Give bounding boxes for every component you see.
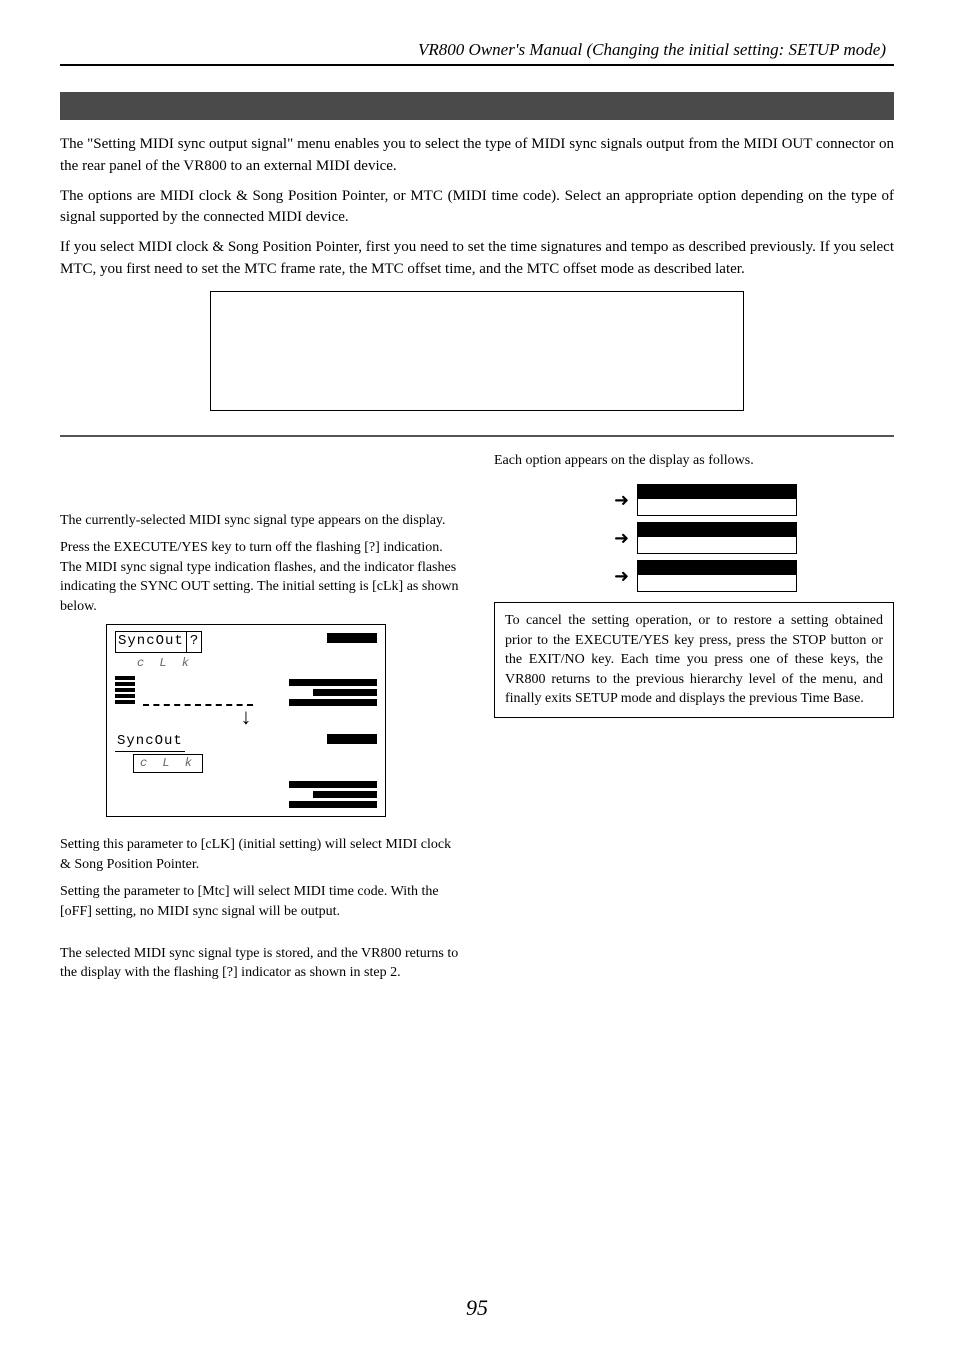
intro-paragraph-2: The options are MIDI clock & Song Positi… <box>60 186 894 230</box>
lcd2-title: SyncOut <box>115 732 185 753</box>
section-divider <box>60 435 894 437</box>
lcd2-subtext: c L k <box>133 754 203 773</box>
down-arrow-icon: ↓ <box>115 712 377 726</box>
arrow-right-icon: ➜ <box>614 564 629 589</box>
intro-paragraph-1: The "Setting MIDI sync output signal" me… <box>60 134 894 178</box>
option-row-1: ➜ <box>614 484 894 516</box>
section-heading-banner <box>60 92 894 120</box>
lcd-display-diagram: SyncOut? c L k ↓ SyncOut c L k <box>106 624 386 817</box>
left-column: The currently-selected MIDI sync signal … <box>60 451 460 991</box>
page-number: 95 <box>0 1295 954 1321</box>
option-display-2 <box>637 522 797 554</box>
arrow-right-icon: ➜ <box>614 526 629 551</box>
lcd2-right-block <box>289 781 377 808</box>
lcd1-title: SyncOut <box>115 631 187 653</box>
lcd1-subtext: c L k <box>137 655 377 672</box>
right-column: Each option appears on the display as fo… <box>494 451 894 991</box>
option-row-3: ➜ <box>614 560 894 592</box>
options-intro-text: Each option appears on the display as fo… <box>494 451 894 471</box>
lcd2-indicator-block <box>327 734 377 744</box>
lcd1-vu-meter <box>115 676 135 706</box>
header-rule <box>60 64 894 66</box>
intro-paragraph-3: If you select MIDI clock & Song Position… <box>60 237 894 281</box>
lcd1-indicator-block <box>327 633 377 643</box>
cancel-instructions-box: To cancel the setting operation, or to r… <box>494 602 894 718</box>
empty-note-box <box>210 291 744 411</box>
option-display-1 <box>637 484 797 516</box>
option-row-2: ➜ <box>614 522 894 554</box>
lcd1-question-mark: ? <box>186 631 202 653</box>
step2-text-b: Press the EXECUTE/YES key to turn off th… <box>60 538 460 616</box>
page-header-title: VR800 Owner's Manual (Changing the initi… <box>60 40 894 60</box>
lcd1-right-block <box>289 679 377 706</box>
step3-text-a: Setting this parameter to [cLK] (initial… <box>60 835 460 874</box>
two-column-layout: The currently-selected MIDI sync signal … <box>60 451 894 991</box>
option-display-3 <box>637 560 797 592</box>
step4-text: The selected MIDI sync signal type is st… <box>60 944 460 983</box>
step2-text-a: The currently-selected MIDI sync signal … <box>60 511 460 531</box>
step3-text-b: Setting the parameter to [Mtc] will sele… <box>60 882 460 921</box>
arrow-right-icon: ➜ <box>614 488 629 513</box>
lcd1-dash-row <box>143 700 253 706</box>
